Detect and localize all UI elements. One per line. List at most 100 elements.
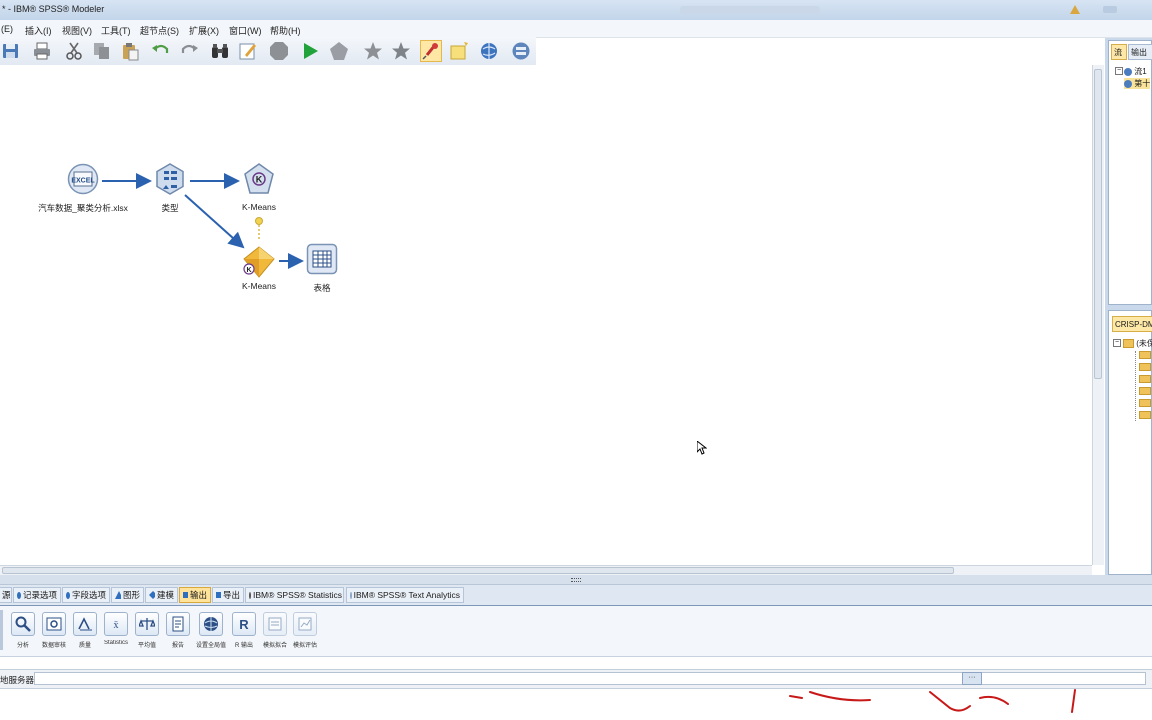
palette-splitter[interactable]	[0, 575, 1152, 585]
excel-source-icon[interactable]: EXCEL	[67, 163, 99, 195]
folder-icon[interactable]	[1139, 363, 1151, 371]
tree-expander-icon[interactable]: −	[1115, 67, 1123, 75]
title-bar-blur	[680, 6, 820, 14]
tree-item-root[interactable]: (未保存)	[1123, 338, 1152, 349]
palette-item-sim-fit[interactable]: 模拟拟合	[260, 612, 290, 656]
folder-icon[interactable]	[1139, 411, 1151, 419]
kmeans-nugget-icon[interactable]: K	[242, 245, 276, 279]
palette-tabs: 源 记录选项 字段选项 图形 建模 输出 导出 IBM® SPSS® Stati…	[0, 585, 1152, 606]
text-analytics-icon	[350, 591, 352, 599]
copy-icon[interactable]	[91, 40, 113, 62]
palette-item-sim-eval[interactable]: 模拟评估	[290, 612, 320, 656]
graphs-icon	[115, 591, 121, 599]
tab-export[interactable]: 导出	[212, 587, 244, 603]
palette-item-r-output[interactable]: R R 输出	[229, 612, 259, 656]
server-label: 地服务器	[0, 675, 35, 685]
type-node-icon[interactable]	[154, 163, 186, 195]
notification-icon[interactable]	[1070, 5, 1080, 14]
stream-icon	[1124, 79, 1132, 88]
tree-expander-icon[interactable]: −	[1113, 339, 1121, 347]
print-icon[interactable]	[31, 40, 53, 62]
tree-item-stream2[interactable]: 第十	[1124, 78, 1151, 89]
binoculars-icon[interactable]	[209, 40, 231, 62]
tab-record-ops[interactable]: 记录选项	[13, 587, 61, 603]
output-icon	[183, 592, 188, 598]
folder-icon[interactable]	[1139, 399, 1151, 407]
model-link-dot	[255, 217, 263, 225]
means-icon	[135, 612, 159, 636]
tree-item-stream1[interactable]: 流1	[1124, 66, 1147, 77]
save-icon[interactable]	[0, 40, 22, 62]
vertical-scroll-thumb[interactable]	[1094, 69, 1102, 379]
status-bar: 地服务器 ···	[0, 669, 1152, 689]
svg-text:x̄: x̄	[114, 620, 119, 631]
menu-item-help[interactable]: 帮助(H)	[270, 24, 301, 37]
comment-icon[interactable]	[448, 40, 470, 62]
menu-item-insert[interactable]: 插入(I)	[25, 24, 52, 37]
palette-item-quality[interactable]: 质量	[70, 612, 100, 656]
tab-sources[interactable]: 源	[0, 587, 12, 603]
menu-item-edit[interactable]: (E)	[1, 24, 13, 34]
table-icon[interactable]	[306, 243, 338, 275]
tab-text-analytics[interactable]: IBM® SPSS® Text Analytics	[346, 587, 464, 603]
star-outline-icon[interactable]	[390, 40, 412, 62]
server-icon[interactable]	[510, 40, 532, 62]
tree-root-label: (未保存)	[1136, 339, 1152, 348]
undo-icon[interactable]	[150, 40, 172, 62]
svg-text:K: K	[246, 267, 251, 274]
palette-item-analysis[interactable]: 分析	[8, 612, 38, 656]
menu-item-extensions[interactable]: 扩展(X)	[189, 24, 219, 37]
node-label-kmeans-model: K-Means	[241, 202, 276, 212]
tab-streams[interactable]: 流	[1111, 44, 1127, 60]
window-title: * - IBM® SPSS® Modeler	[2, 4, 105, 14]
palette-item-means[interactable]: 平均值	[132, 612, 162, 656]
run-icon[interactable]	[299, 40, 321, 62]
field-ops-icon	[66, 591, 70, 599]
tab-modeling[interactable]: 建模	[145, 587, 178, 603]
handwriting-annotation	[789, 689, 1076, 713]
stop-icon[interactable]	[268, 40, 290, 62]
tab-output[interactable]: 输出	[179, 587, 211, 603]
tab-graphs[interactable]: 图形	[111, 587, 144, 603]
stream-links	[102, 173, 304, 269]
menu-item-view[interactable]: 视图(V)	[62, 24, 92, 37]
node-label-type: 类型	[161, 203, 179, 213]
tab-spss-statistics-label: IBM® SPSS® Statistics	[253, 590, 343, 600]
stream-icon	[1124, 67, 1132, 76]
paste-icon[interactable]	[119, 40, 141, 62]
kmeans-modeling-icon[interactable]: K	[243, 163, 275, 195]
tab-spss-statistics[interactable]: IBM® SPSS® Statistics	[245, 587, 344, 603]
pin-icon[interactable]	[420, 40, 442, 62]
redo-icon[interactable]	[178, 40, 200, 62]
horizontal-scroll-thumb[interactable]	[2, 567, 954, 574]
tree-item-stream1-label: 流1	[1134, 67, 1147, 76]
tab-crisp-dm[interactable]: CRISP-DM	[1112, 316, 1152, 332]
palette-item-set-globals[interactable]: 设置全局值	[196, 612, 226, 656]
palette-item-statistics[interactable]: x̄ Statistics	[101, 612, 131, 656]
tab-modeling-label: 建模	[156, 590, 174, 600]
magnifier-icon	[11, 612, 35, 636]
canvas-vertical-scrollbar[interactable]	[1092, 65, 1104, 565]
folder-icon[interactable]	[1139, 375, 1151, 383]
folder-icon[interactable]	[1139, 387, 1151, 395]
cut-icon[interactable]	[63, 40, 85, 62]
status-mini-button[interactable]: ···	[962, 672, 982, 685]
palette-item-report[interactable]: 报告	[163, 612, 193, 656]
title-bar: * - IBM® SPSS® Modeler	[0, 0, 1152, 20]
tab-outputs[interactable]: 输出	[1128, 44, 1152, 60]
run-selection-icon[interactable]	[328, 40, 350, 62]
data-audit-icon	[42, 612, 66, 636]
menu-item-window[interactable]: 窗口(W)	[229, 24, 262, 37]
folder-icon[interactable]	[1139, 351, 1151, 359]
palette-item-data-audit[interactable]: 数据审核	[39, 612, 69, 656]
edit-icon[interactable]	[237, 40, 259, 62]
globe-icon[interactable]	[478, 40, 500, 62]
menu-item-tools[interactable]: 工具(T)	[101, 24, 131, 37]
menu-item-supernode[interactable]: 超节点(S)	[140, 24, 179, 37]
globe-icon	[199, 612, 223, 636]
minimize-button[interactable]	[1103, 6, 1117, 13]
tab-field-ops[interactable]: 字段选项	[62, 587, 110, 603]
star-icon[interactable]	[362, 40, 384, 62]
stream-canvas[interactable]: EXCEL 汽车数据_聚类分析.xlsx 类型 K K-Means K K-Me…	[0, 65, 1092, 565]
tab-field-ops-label: 字段选项	[71, 590, 106, 600]
